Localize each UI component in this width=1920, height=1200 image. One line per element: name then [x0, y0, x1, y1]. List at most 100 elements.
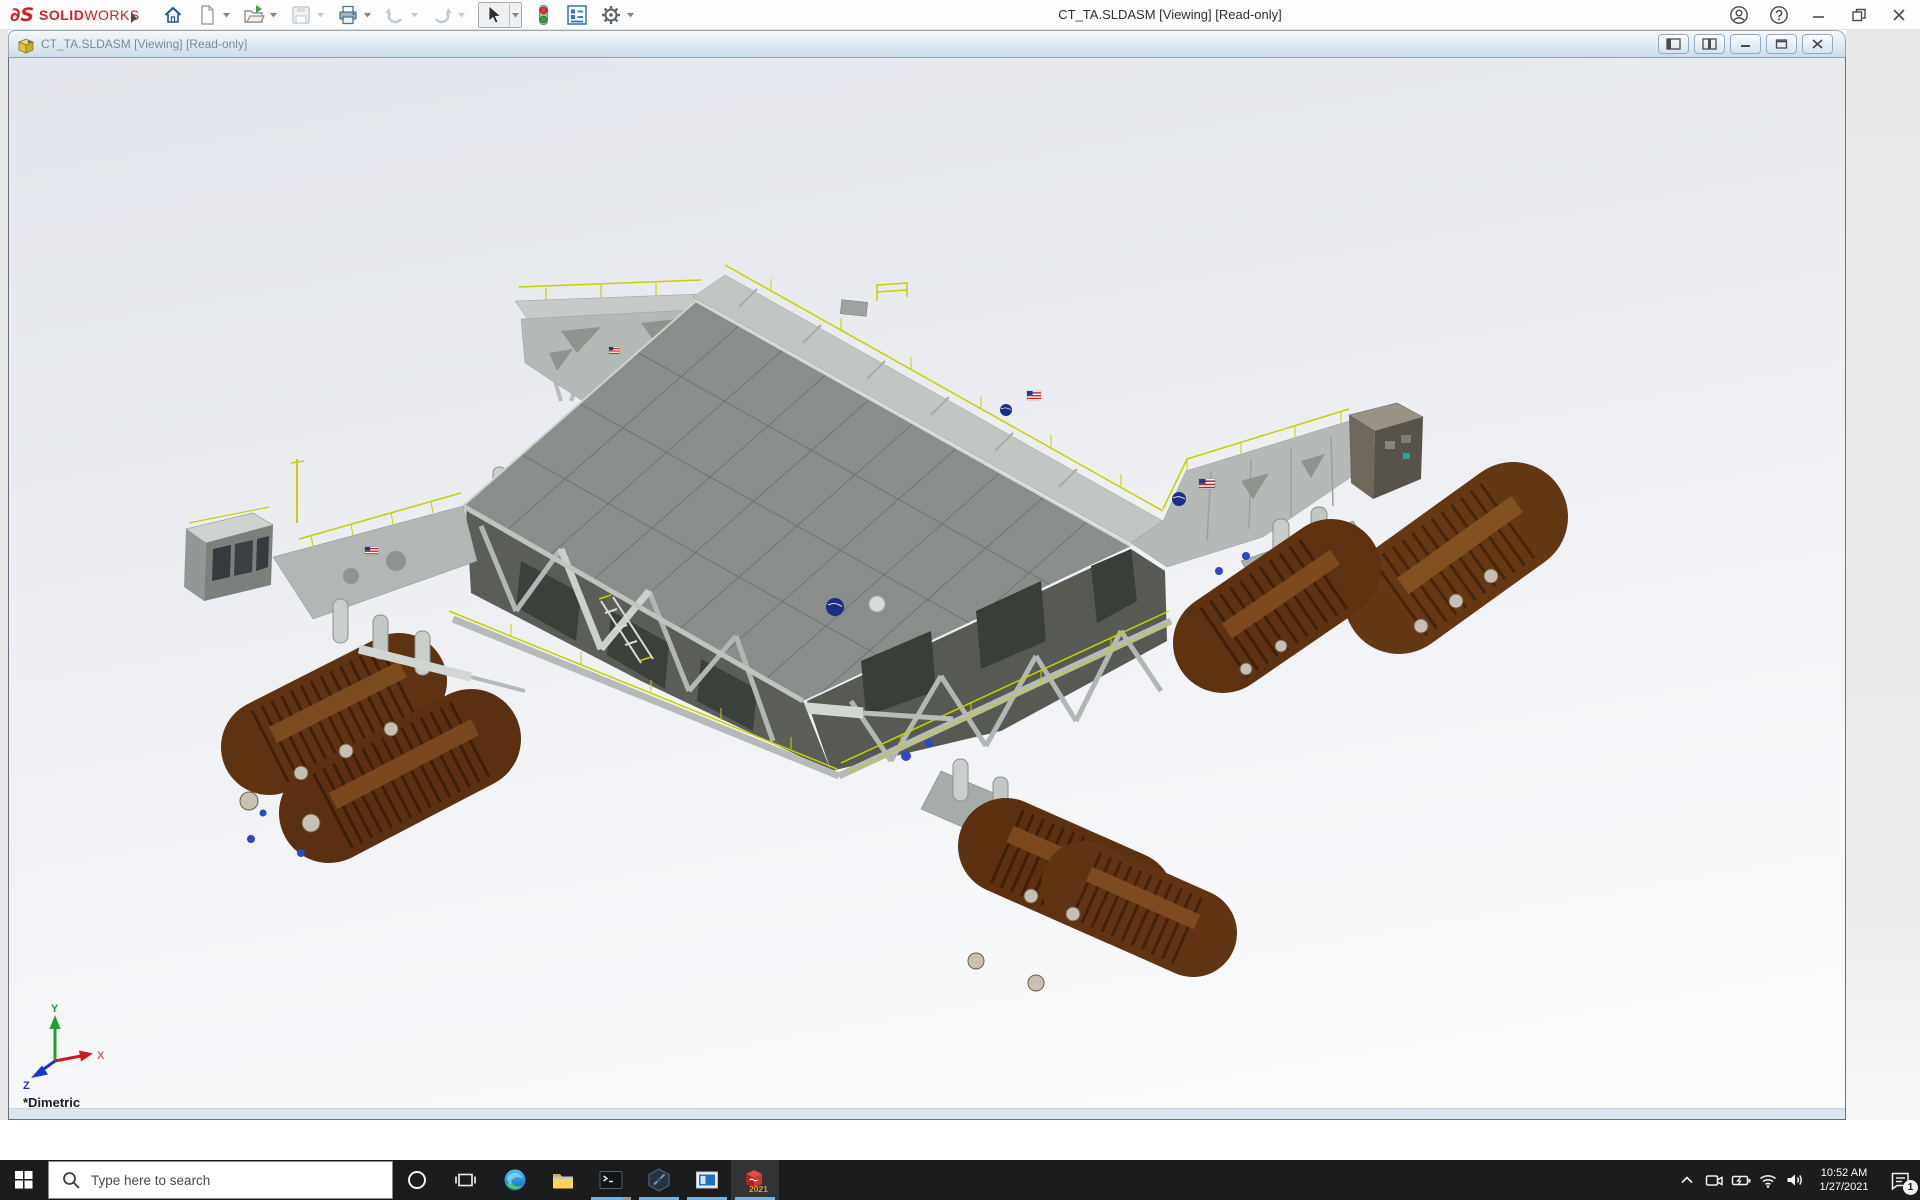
minimize-button[interactable] — [1806, 2, 1832, 28]
x-axis-label: X — [97, 1050, 105, 1062]
assembly-document-icon — [17, 36, 35, 59]
hexagon-app-icon — [646, 1167, 672, 1193]
task-view-icon — [454, 1169, 476, 1191]
file-explorer-icon — [550, 1167, 576, 1193]
command-prompt-button[interactable] — [587, 1160, 635, 1200]
action-center-button[interactable]: 1 — [1880, 1160, 1920, 1200]
desktop: ∂S SOLIDWORKS — [0, 0, 1920, 1200]
z-axis-label: Z — [23, 1080, 30, 1091]
toggle-left-pane-button[interactable] — [1658, 34, 1689, 54]
x-axis-arrow — [79, 1051, 93, 1062]
document-close-button[interactable] — [1802, 34, 1833, 54]
document-window-buttons — [1658, 34, 1833, 54]
us-flag-far — [1027, 391, 1041, 400]
help-icon[interactable] — [1766, 2, 1792, 28]
status-bar — [0, 1120, 1920, 1160]
search-icon — [61, 1170, 81, 1190]
app-title: CT_TA.SLDASM [Viewing] [Read-only] — [1058, 0, 1282, 30]
toggle-right-pane-button[interactable] — [1694, 34, 1725, 54]
start-button[interactable] — [0, 1160, 48, 1200]
battery-charging-icon[interactable] — [1727, 1160, 1754, 1200]
print-button[interactable] — [335, 2, 361, 28]
edge-icon — [502, 1167, 528, 1193]
wifi-icon[interactable] — [1754, 1160, 1781, 1200]
orientation-triad: Y X Z — [17, 1001, 112, 1091]
redo-dropdown[interactable] — [456, 2, 468, 28]
select-arrow-button[interactable] — [481, 2, 507, 28]
close-button[interactable] — [1886, 2, 1912, 28]
window-controls — [1726, 0, 1912, 30]
solidworks-logo: ∂S SOLIDWORKS — [10, 0, 140, 30]
save-dropdown[interactable] — [315, 2, 327, 28]
open-button[interactable] — [241, 2, 267, 28]
taskbar-search[interactable] — [48, 1161, 393, 1199]
right-gutter — [1846, 30, 1920, 1120]
windows-taskbar: 2021 10:52 AM 1/27/2021 — [0, 1160, 1920, 1200]
yellow-platform — [877, 283, 907, 301]
y-axis-arrow — [50, 1015, 61, 1029]
document-title: CT_TA.SLDASM [Viewing] [Read-only] — [41, 31, 247, 57]
undo-dropdown[interactable] — [409, 2, 421, 28]
solidworks-2021-icon: 2021 — [741, 1166, 769, 1194]
print-dropdown[interactable] — [362, 2, 374, 28]
undo-button[interactable] — [382, 2, 408, 28]
task-view-button[interactable] — [441, 1160, 489, 1200]
window-app-button[interactable] — [683, 1160, 731, 1200]
open-dropdown[interactable] — [268, 2, 280, 28]
solidworks-2021-button[interactable]: 2021 — [731, 1160, 779, 1200]
track-assembly-front-left — [240, 599, 525, 857]
us-flag-left — [365, 547, 378, 555]
window-app-icon — [694, 1167, 720, 1193]
save-button[interactable] — [288, 2, 314, 28]
tray-time: 10:52 AM — [1808, 1166, 1880, 1180]
operator-cab — [184, 507, 273, 601]
home-button[interactable] — [160, 2, 186, 28]
brand-solid: SOLID — [39, 7, 84, 23]
nasa-logo-far — [1000, 404, 1012, 416]
tray-date: 1/27/2021 — [1808, 1180, 1880, 1194]
menu-flyout-arrow[interactable] — [130, 10, 138, 28]
rebuild-stoplight-icon[interactable] — [530, 2, 556, 28]
document-window-titlebar[interactable]: CT_TA.SLDASM [Viewing] [Read-only] — [8, 30, 1846, 57]
account-icon[interactable] — [1726, 2, 1752, 28]
dassault-logo-mark: ∂S — [10, 0, 34, 30]
select-arrow-dropdown[interactable] — [509, 2, 521, 28]
graphics-viewport[interactable]: Y X Z *Dimetric — [8, 57, 1846, 1120]
left-side-wall — [273, 459, 477, 619]
tray-chevron-up-icon[interactable] — [1673, 1160, 1700, 1200]
nasa-logo-right — [1172, 492, 1186, 506]
document-minimize-button[interactable] — [1730, 34, 1761, 54]
y-axis-label: Y — [51, 1003, 59, 1015]
options-dropdown[interactable] — [625, 2, 637, 28]
cortana-button[interactable] — [393, 1160, 441, 1200]
file-explorer-button[interactable] — [539, 1160, 587, 1200]
new-document-dropdown[interactable] — [221, 2, 233, 28]
redo-button[interactable] — [429, 2, 455, 28]
tray-clock[interactable]: 10:52 AM 1/27/2021 — [1808, 1166, 1880, 1194]
system-tray: 10:52 AM 1/27/2021 1 — [1673, 1160, 1920, 1200]
document-restore-button[interactable] — [1766, 34, 1797, 54]
us-flag-right — [1199, 479, 1215, 489]
solidworks-year-badge: 2021 — [749, 1184, 768, 1194]
cortana-icon — [406, 1169, 428, 1191]
right-cab — [1349, 403, 1423, 499]
meet-now-icon[interactable] — [1700, 1160, 1727, 1200]
file-properties-button[interactable] — [564, 2, 590, 28]
quick-access-toolbar — [160, 0, 637, 30]
us-flag-rear — [609, 347, 619, 354]
select-tool-group — [478, 2, 522, 28]
track-assembly-front-right — [901, 739, 1197, 991]
restore-button[interactable] — [1846, 2, 1872, 28]
notification-badge: 1 — [1903, 1180, 1918, 1195]
left-gutter — [0, 30, 8, 1120]
viewport-bottom-strip — [9, 1108, 1845, 1119]
options-gear-icon[interactable] — [598, 2, 624, 28]
command-prompt-icon — [598, 1167, 624, 1193]
app-titlebar: ∂S SOLIDWORKS — [0, 0, 1920, 30]
volume-icon[interactable] — [1781, 1160, 1808, 1200]
crawler-transporter-model[interactable] — [9, 58, 1846, 1120]
edge-button[interactable] — [491, 1160, 539, 1200]
new-document-button[interactable] — [194, 2, 220, 28]
search-input[interactable] — [91, 1173, 361, 1188]
hexagon-app-button[interactable] — [635, 1160, 683, 1200]
